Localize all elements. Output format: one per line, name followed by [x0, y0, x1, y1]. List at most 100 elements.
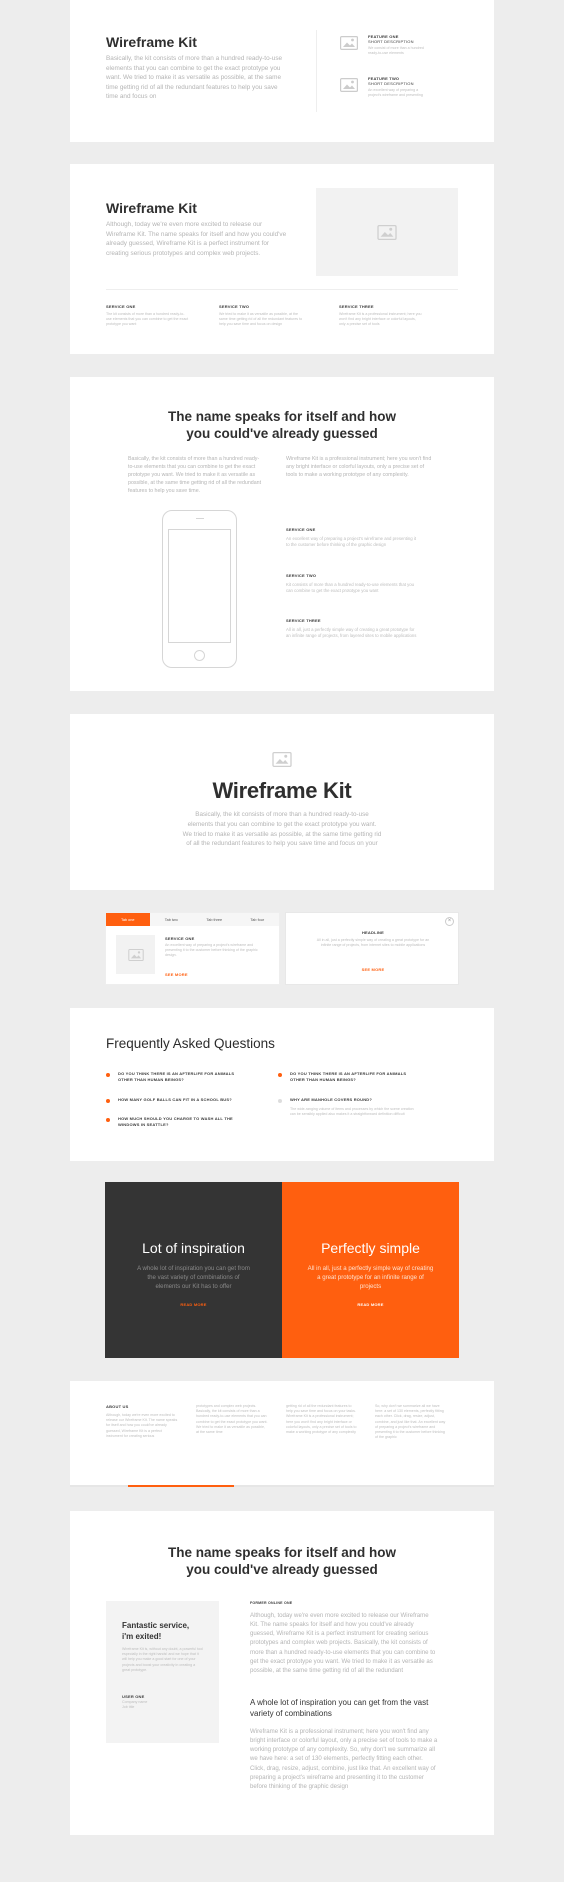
- about-column: Although, today we're even more excited …: [106, 1413, 178, 1438]
- faq-question: HOW MANY GOLF BALLS CAN FIT IN A SCHOOL …: [118, 1097, 232, 1102]
- scroll-thumb[interactable]: [128, 1485, 234, 1487]
- service-item: SERVICE ONE The kit consists of more tha…: [106, 304, 190, 328]
- panel-body: All in all, just a perfectly simple way …: [307, 1265, 434, 1291]
- phone-mockup: [162, 510, 237, 668]
- service-item: SERVICE TWO We tried to make it as versa…: [219, 304, 303, 328]
- image-icon: [377, 224, 397, 240]
- divider: [106, 289, 458, 290]
- faq-question: DO YOU THINK THERE IS AN AFTERLIFE FOR A…: [290, 1071, 407, 1082]
- image-placeholder: [116, 935, 155, 974]
- image-placeholder: [316, 188, 458, 276]
- see-more-link[interactable]: SEE MORE: [286, 967, 460, 972]
- tabs-widget: Tab one Tab two Tab three Tab four SERVI…: [105, 912, 280, 985]
- vertical-divider: [316, 30, 317, 112]
- article-subtitle: A whole lot of inspiration you can get f…: [250, 1698, 429, 1719]
- close-button[interactable]: ×: [445, 917, 454, 926]
- hero-body: Basically, the kit consists of more than…: [182, 811, 382, 848]
- faq-item[interactable]: HOW MUCH SHOULD YOU CHARGE TO WASH ALL T…: [106, 1116, 246, 1128]
- service-title: SERVICE TWO: [286, 573, 317, 578]
- card-headline: HEADLINE: [361, 930, 385, 935]
- feature-desc: We consist of more than a hundred ready-…: [368, 46, 424, 56]
- faq-item[interactable]: DO YOU THINK THERE IS AN AFTERLIFE FOR A…: [106, 1071, 246, 1083]
- faq-question: WHY ARE MANHOLE COVERS ROUND?: [290, 1097, 373, 1102]
- image-icon: [340, 36, 358, 55]
- service-desc: An excellent way of preparing a project'…: [286, 536, 417, 548]
- section-title: Wireframe Kit: [106, 34, 197, 50]
- close-icon: ×: [447, 918, 452, 924]
- section-feature-header: Wireframe Kit Basically, the kit consist…: [70, 0, 494, 142]
- feature-desc: An excellent way of preparing a project'…: [368, 88, 423, 98]
- about-column: prototypes and complex web projects. Bas…: [196, 1404, 268, 1435]
- bullet-dot: [106, 1118, 110, 1122]
- intro-column-right: Wireframe Kit is a professional instrume…: [286, 456, 432, 478]
- service-item: SERVICE THREE All in all, just a perfect…: [286, 618, 420, 639]
- tab-four[interactable]: Tab four: [236, 913, 280, 926]
- see-more-link[interactable]: SEE MORE: [165, 972, 188, 977]
- tab-three[interactable]: Tab three: [193, 913, 236, 926]
- section-hero: Wireframe Kit Basically, the kit consist…: [70, 714, 494, 890]
- section-services: Wireframe Kit Although, today we're even…: [70, 164, 494, 354]
- about-heading: ABOUT US: [106, 1404, 129, 1409]
- hero-title: Wireframe Kit: [212, 778, 352, 803]
- phone-speaker: [196, 518, 204, 519]
- faq-question: HOW MUCH SHOULD YOU CHARGE TO WASH ALL T…: [118, 1116, 233, 1127]
- card-desc: All in all, just a perfectly simple way …: [316, 938, 430, 948]
- service-desc: All in all, just a perfectly simple way …: [286, 627, 417, 639]
- service-title: SERVICE THREE: [286, 618, 321, 623]
- service-desc: Kit consists of more than a hundred read…: [286, 582, 415, 594]
- quote-title: Fantastic service, i'm exited!: [122, 1621, 190, 1641]
- section-faq: Frequently Asked Questions DO YOU THINK …: [70, 1008, 494, 1161]
- service-title: SERVICE ONE: [286, 527, 316, 532]
- service-desc: Wireframe Kit is a professional instrume…: [339, 312, 422, 327]
- section-title: The name speaks for itself and how you c…: [167, 409, 397, 441]
- intro-column-left: Basically, the kit consists of more than…: [128, 456, 262, 494]
- read-more-link[interactable]: READ MORE: [282, 1302, 459, 1307]
- tab-content-desc: An excellent way of preparing a project'…: [165, 943, 258, 958]
- faq-answer: The wide-ranging volume of items and pro…: [290, 1107, 414, 1117]
- panel-accent: Perfectly simple All in all, just a perf…: [282, 1182, 459, 1358]
- section-testimonial: The name speaks for itself and how you c…: [70, 1511, 494, 1835]
- article-label: FORMER ONLINE ONE: [250, 1601, 293, 1605]
- section-body: Basically, the kit consists of more than…: [106, 55, 283, 101]
- service-desc: The kit consists of more than a hundred …: [106, 312, 189, 327]
- about-column: getting rid of all the redundant feature…: [286, 1404, 357, 1435]
- image-icon: [127, 948, 144, 961]
- faq-title: Frequently Asked Questions: [106, 1036, 275, 1051]
- tab-two[interactable]: Tab two: [150, 913, 194, 926]
- faq-question: DO YOU THINK THERE IS AN AFTERLIFE FOR A…: [118, 1071, 235, 1082]
- faq-item-expanded[interactable]: WHY ARE MANHOLE COVERS ROUND? The wide-r…: [278, 1097, 418, 1117]
- feature-subtitle: SHORT DESCRIPTION: [368, 39, 414, 44]
- article-paragraph: Wireframe Kit is a professional instrume…: [250, 1728, 438, 1790]
- service-item: SERVICE ONE An excellent way of preparin…: [286, 527, 420, 548]
- info-card: × HEADLINE All in all, just a perfectly …: [285, 912, 459, 985]
- section-title: Wireframe Kit: [106, 200, 197, 216]
- feature-subtitle: SHORT DESCRIPTION: [368, 81, 414, 86]
- faq-item[interactable]: DO YOU THINK THERE IS AN AFTERLIFE FOR A…: [278, 1071, 418, 1083]
- service-title: SERVICE THREE: [339, 304, 374, 309]
- phone-home-button: [194, 650, 205, 661]
- user-job: Job title: [122, 1705, 135, 1709]
- bullet-dot: [278, 1073, 282, 1077]
- bullet-dot: [106, 1099, 110, 1103]
- section-about: ABOUT US Although, today we're even more…: [70, 1381, 494, 1487]
- quote-card: Fantastic service, i'm exited! Wireframe…: [106, 1601, 219, 1743]
- service-title: SERVICE ONE: [106, 304, 136, 309]
- panel-body: A whole lot of inspiration you can get f…: [137, 1265, 250, 1291]
- section-title: The name speaks for itself and how you c…: [167, 1545, 397, 1577]
- quote-body: Wireframe Kit is, without any doubt, a p…: [122, 1647, 203, 1672]
- panel-title: Perfectly simple: [321, 1240, 420, 1256]
- bullet-dot: [278, 1099, 282, 1103]
- panel-dark: Lot of inspiration A whole lot of inspir…: [105, 1182, 282, 1358]
- tab-content-title: SERVICE ONE: [165, 936, 195, 941]
- read-more-link[interactable]: READ MORE: [105, 1302, 282, 1307]
- panel-title: Lot of inspiration: [142, 1240, 245, 1256]
- bullet-dot: [106, 1073, 110, 1077]
- tab-bar: Tab one Tab two Tab three Tab four: [106, 913, 279, 926]
- section-body: Although, today we're even more excited …: [106, 221, 287, 257]
- image-icon: [272, 752, 292, 772]
- service-desc: We tried to make it as versatile as poss…: [219, 312, 303, 327]
- faq-item[interactable]: HOW MANY GOLF BALLS CAN FIT IN A SCHOOL …: [106, 1097, 246, 1103]
- image-icon: [340, 78, 358, 97]
- phone-screen: [168, 529, 231, 643]
- tab-one[interactable]: Tab one: [106, 913, 150, 926]
